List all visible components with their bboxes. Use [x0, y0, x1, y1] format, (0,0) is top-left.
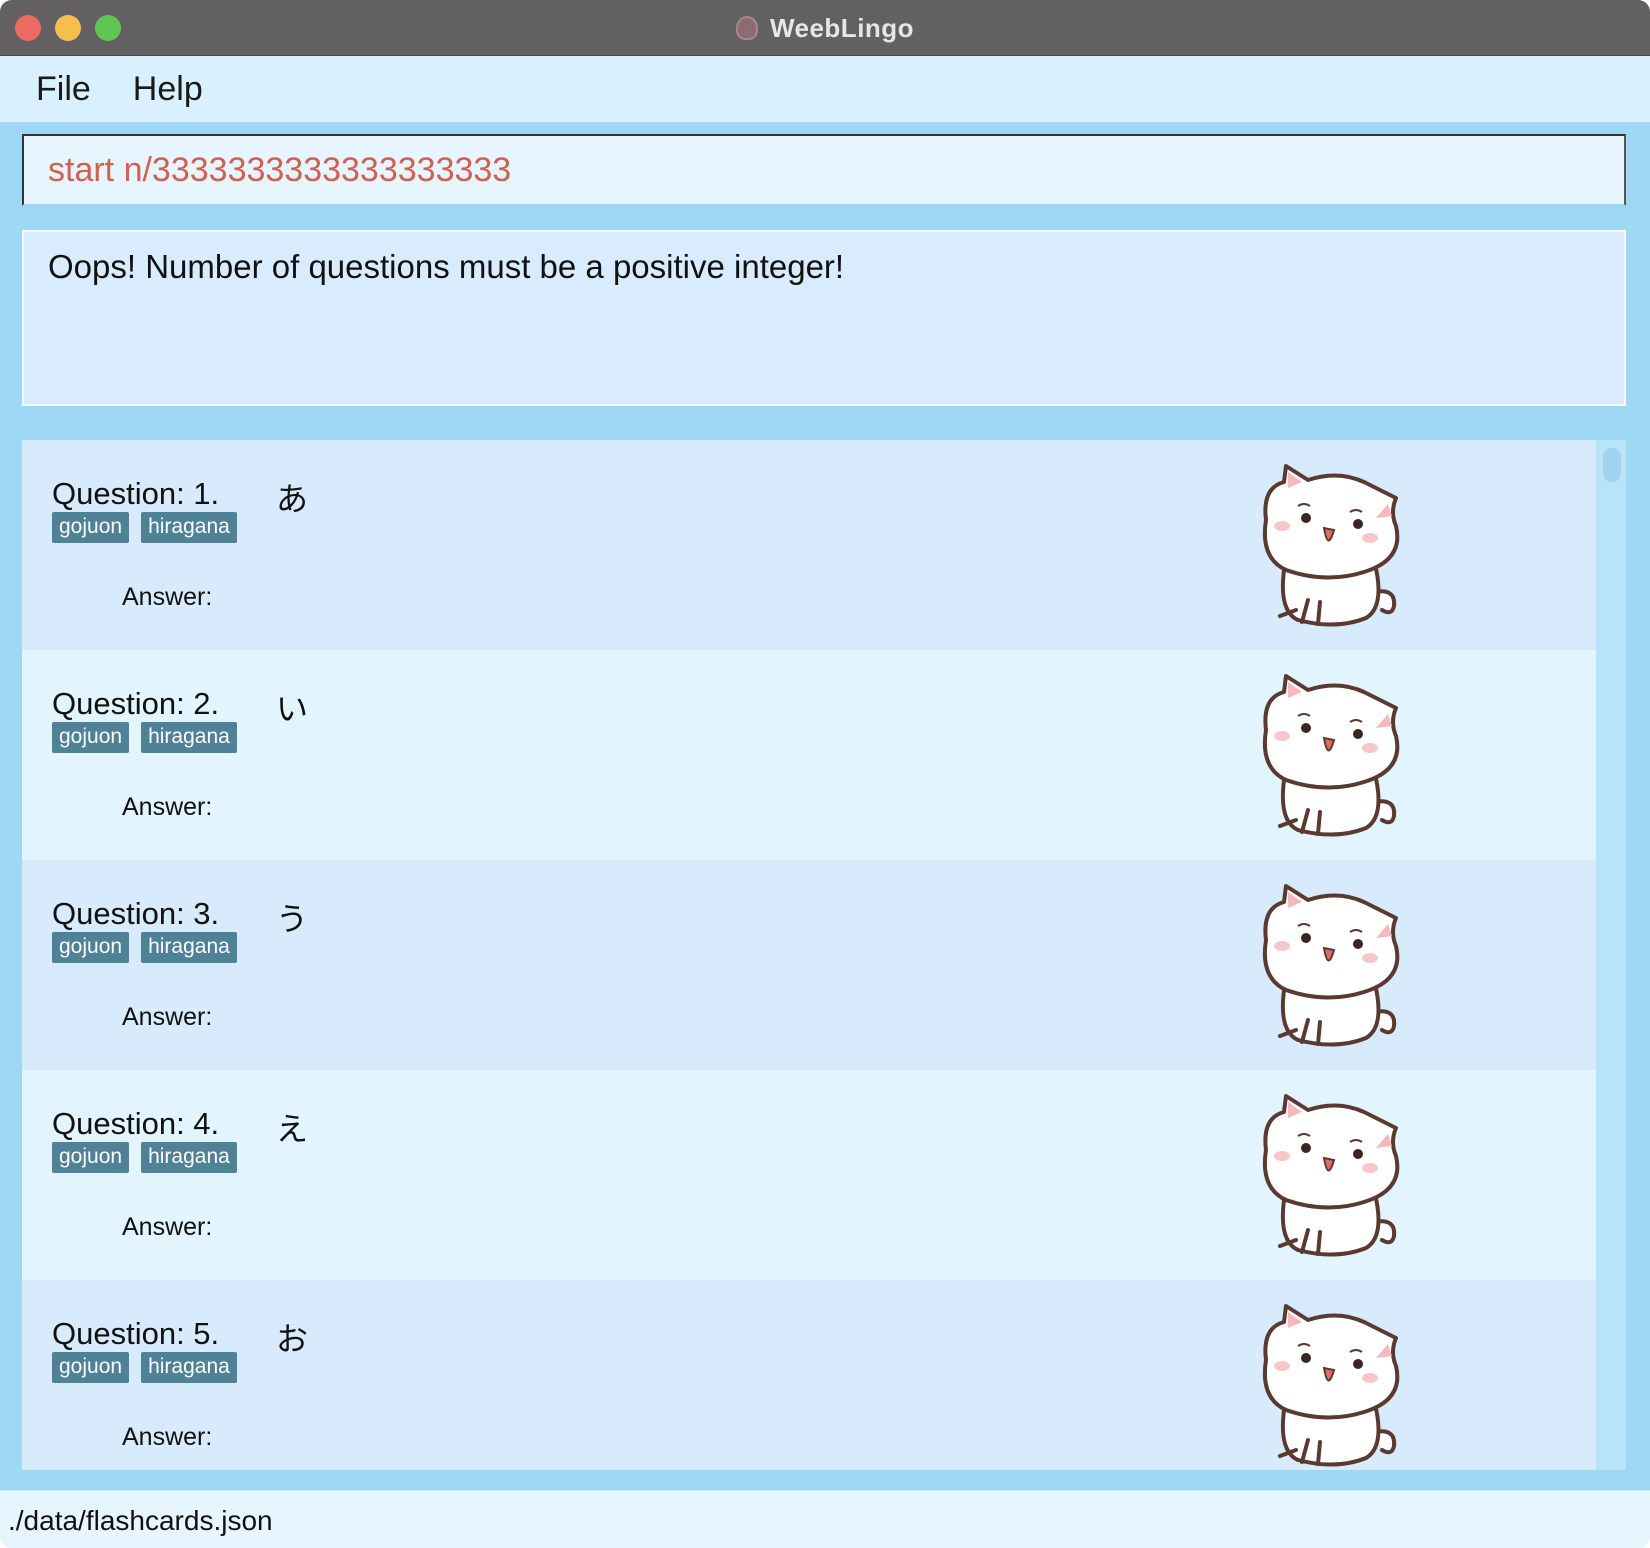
answer-label: Answer: — [122, 1213, 213, 1241]
flashcard-list[interactable]: Question: 1. あ gojuon hiragana Answer: Q… — [22, 440, 1596, 1470]
flashcard-list-container: Question: 1. あ gojuon hiragana Answer: Q… — [0, 420, 1650, 1490]
tag-badge: hiragana — [141, 512, 237, 543]
flashcard[interactable]: Question: 5. お gojuon hiragana Answer: — [22, 1280, 1596, 1470]
tag-list: gojuon hiragana — [52, 1352, 237, 1383]
status-bar: ./data/flashcards.json — [0, 1490, 1650, 1548]
cat-mascot-icon — [1263, 464, 1400, 627]
tag-badge: hiragana — [141, 932, 237, 963]
tag-badge: gojuon — [52, 722, 130, 753]
flashcard[interactable]: Question: 1. あ gojuon hiragana Answer: — [22, 440, 1596, 650]
window-title: WeebLingo — [769, 12, 915, 43]
result-message: Oops! Number of questions must be a posi… — [48, 248, 845, 285]
tag-list: gojuon hiragana — [52, 512, 237, 543]
menu-bar: File Help — [0, 56, 1650, 122]
answer-label: Answer: — [122, 1003, 213, 1031]
result-display-container: Oops! Number of questions must be a posi… — [0, 218, 1650, 418]
answer-label: Answer: — [122, 793, 213, 821]
cat-mascot-icon — [1263, 884, 1400, 1047]
window-title-group: WeebLingo — [0, 0, 1650, 56]
question-label: Question: 5. — [52, 1316, 220, 1351]
question-label: Question: 1. — [52, 476, 220, 511]
question-label: Question: 4. — [52, 1106, 220, 1141]
command-box-container: start n/3333333333333333333 — [0, 122, 1650, 214]
flashcard[interactable]: Question: 3. う gojuon hiragana Answer: — [22, 860, 1596, 1070]
cat-mascot-icon — [1263, 1094, 1400, 1257]
question-label: Question: 2. — [52, 686, 220, 721]
answer-label: Answer: — [122, 1423, 213, 1451]
question-kana: う — [276, 900, 309, 938]
tag-badge: gojuon — [52, 932, 130, 963]
tag-badge: hiragana — [141, 1352, 237, 1383]
answer-label: Answer: — [122, 583, 213, 611]
tag-list: gojuon hiragana — [52, 932, 237, 963]
tag-badge: hiragana — [141, 1142, 237, 1173]
tag-list: gojuon hiragana — [52, 722, 237, 753]
question-kana: あ — [276, 480, 309, 518]
question-label: Question: 3. — [52, 896, 220, 931]
flashcard[interactable]: Question: 2. い gojuon hiragana Answer: — [22, 650, 1596, 860]
cat-mascot-icon — [1263, 1304, 1400, 1467]
scrollbar-thumb[interactable] — [1603, 448, 1621, 482]
menu-help[interactable]: Help — [133, 70, 203, 109]
menu-file[interactable]: File — [36, 70, 91, 109]
tag-badge: gojuon — [52, 1142, 130, 1173]
flashcard[interactable]: Question: 4. え gojuon hiragana Answer: — [22, 1070, 1596, 1280]
command-input[interactable]: start n/3333333333333333333 — [22, 134, 1626, 206]
result-display[interactable]: Oops! Number of questions must be a posi… — [22, 230, 1626, 406]
question-kana: い — [276, 690, 309, 728]
weeblingo-logo-icon — [735, 16, 758, 40]
scrollbar-track[interactable] — [1596, 440, 1626, 1470]
cat-mascot-icon — [1263, 674, 1400, 837]
tag-badge: gojuon — [52, 1352, 130, 1383]
tag-badge: gojuon — [52, 512, 130, 543]
app-window: WeebLingo File Help start n/333333333333… — [0, 0, 1650, 1548]
title-bar[interactable]: WeebLingo — [0, 0, 1650, 56]
command-input-text[interactable]: start n/3333333333333333333 — [48, 151, 511, 190]
status-file-path: ./data/flashcards.json — [8, 1505, 273, 1536]
tag-list: gojuon hiragana — [52, 1142, 237, 1173]
question-kana: え — [276, 1110, 309, 1148]
question-kana: お — [276, 1320, 309, 1358]
tag-badge: hiragana — [141, 722, 237, 753]
